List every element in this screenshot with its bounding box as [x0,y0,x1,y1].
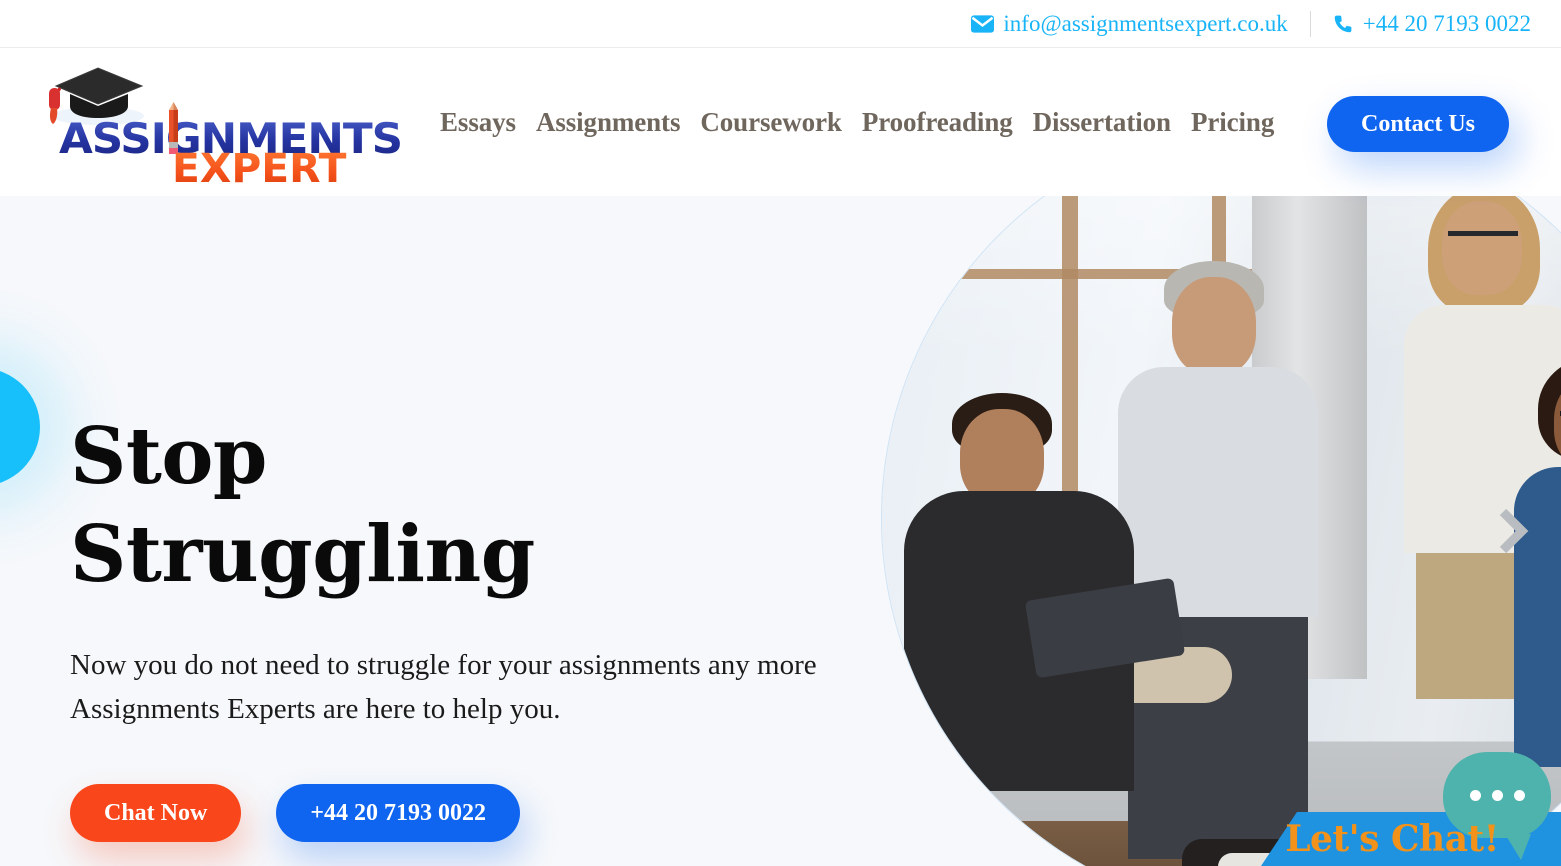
topbar-email-link[interactable]: info@assignmentsexpert.co.uk [971,10,1288,37]
contact-us-button[interactable]: Contact Us [1327,96,1509,152]
topbar-phone-text: +44 20 7193 0022 [1362,10,1531,36]
phone-icon [1333,13,1354,34]
carousel-next-button[interactable] [1495,506,1529,556]
chat-dot [1469,789,1481,801]
chat-now-button[interactable]: Chat Now [70,784,242,843]
photo-person-head [1442,201,1522,295]
top-contact-bar: info@assignmentsexpert.co.uk +44 20 7193… [0,0,1561,48]
hero-section: Stop Struggling Now you do not need to s… [0,196,1561,866]
envelope-icon [971,14,995,33]
nav-item-coursework[interactable]: Coursework [700,107,842,138]
nav-item-assignments[interactable]: Assignments [536,107,681,138]
nav-item-essays[interactable]: Essays [440,107,516,138]
hero-headline: Stop Struggling [70,408,950,605]
hero-copy: Stop Struggling Now you do not need to s… [70,408,950,843]
hero-subtext: Now you do not need to struggle for your… [70,648,817,726]
hero-phone-button[interactable]: +44 20 7193 0022 [276,784,521,843]
chat-widget-label: Let's Chat! [1285,818,1499,860]
topbar-phone-link[interactable]: +44 20 7193 0022 [1333,11,1531,37]
chevron-right-icon [1495,508,1529,559]
photo-person-head [1172,277,1256,375]
chat-dot [1491,789,1503,801]
nav-item-dissertation[interactable]: Dissertation [1033,107,1171,138]
main-navigation: Essays Assignments Coursework Proofreadi… [440,107,1274,138]
photo-person-glasses [1448,231,1518,247]
logo-word-expert: EXPERT [172,146,347,192]
nav-item-pricing[interactable]: Pricing [1191,107,1274,138]
site-logo[interactable]: ASSIGNMENTS EXPERT [22,62,403,192]
hero-cta-row: Chat Now +44 20 7193 0022 [70,784,950,843]
chat-dot [1513,789,1525,801]
hero-headline-line1: Stop [70,411,267,502]
topbar-email-text: info@assignmentsexpert.co.uk [1003,10,1288,36]
topbar-divider [1309,10,1311,37]
site-header: ASSIGNMENTS EXPERT Essays Assignments Co… [0,48,1561,196]
decorative-circle [0,368,40,486]
hero-headline-line2: Struggling [70,509,535,601]
nav-item-proofreading[interactable]: Proofreading [862,107,1013,138]
photo-person-body [1118,367,1318,617]
